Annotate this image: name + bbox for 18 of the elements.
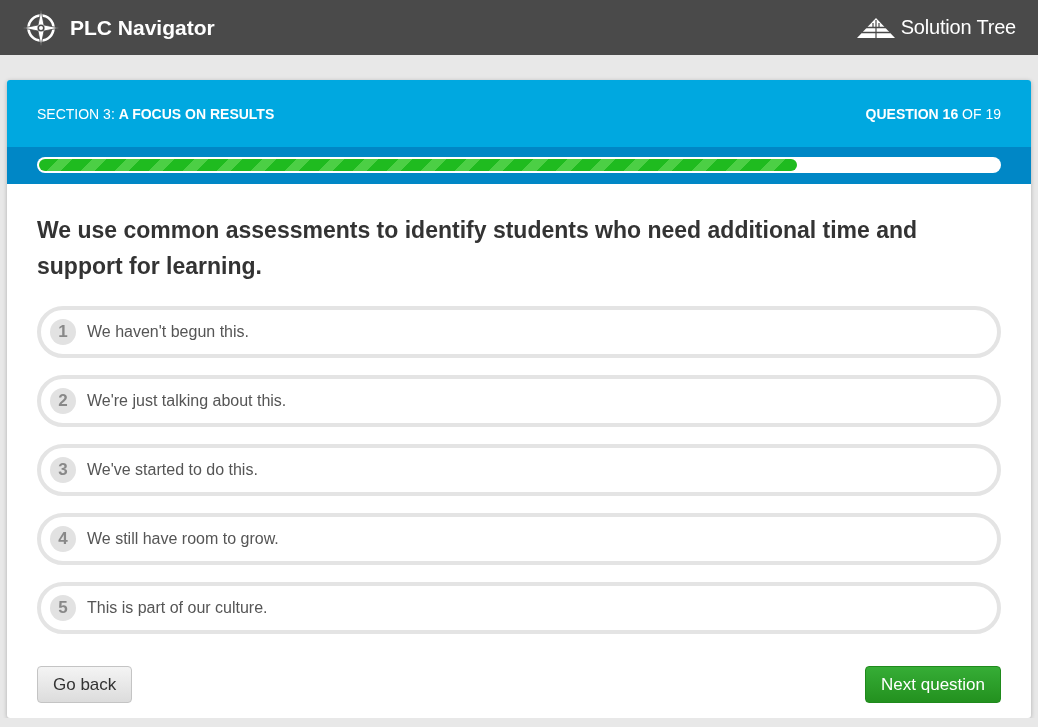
section-title: SECTION 3: A FOCUS ON RESULTS <box>37 105 275 122</box>
question-text: We use common assessments to identify students who need additional time and support for learning. <box>37 216 919 281</box>
brand-name: Solution Tree <box>900 16 1016 39</box>
answer-option[interactable]: 4 We still have room to grow. <box>37 513 1001 565</box>
app-title: PLC Navigator <box>70 15 215 40</box>
compass-icon <box>22 8 60 47</box>
option-number: 2 <box>50 388 76 414</box>
answer-option[interactable]: 2 We're just talking about this. <box>37 375 1001 427</box>
option-number: 1 <box>50 319 76 345</box>
option-number: 3 <box>50 457 76 483</box>
question-counter: QUESTION 16 OF 19 <box>865 105 1001 122</box>
triangle-logo-icon <box>856 17 895 38</box>
answer-option[interactable]: 1 We haven't begun this. <box>37 306 1001 358</box>
answer-option[interactable]: 5 This is part of our culture. <box>37 582 1001 634</box>
option-number: 4 <box>50 526 76 552</box>
option-number: 5 <box>50 595 76 621</box>
answer-option[interactable]: 3 We've started to do this. <box>37 444 1001 496</box>
back-button[interactable]: Go back <box>37 666 133 703</box>
